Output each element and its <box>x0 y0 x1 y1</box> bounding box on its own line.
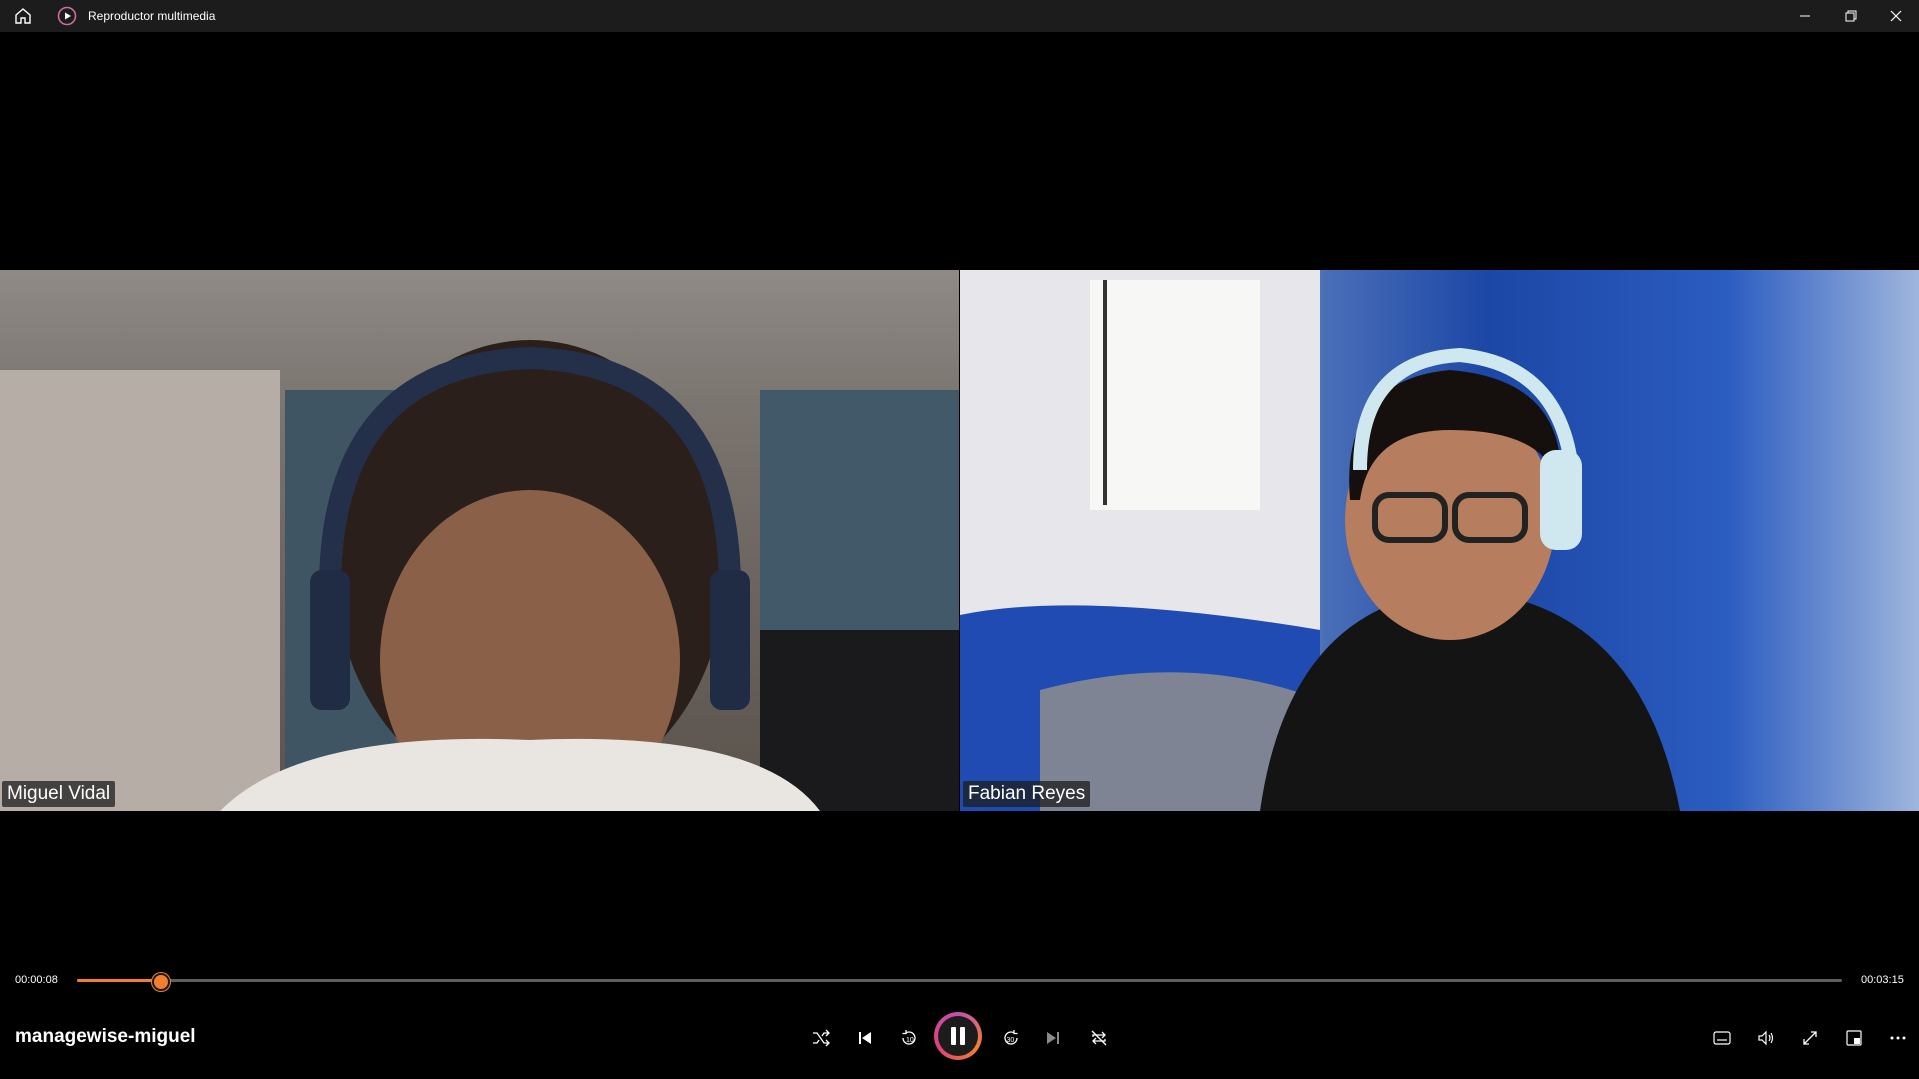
volume-icon[interactable] <box>1748 1020 1784 1056</box>
svg-text:10: 10 <box>906 1037 914 1044</box>
home-icon[interactable] <box>13 6 33 26</box>
seek-progress <box>77 979 160 982</box>
total-time: 00:03:15 <box>1861 974 1904 986</box>
media-player-icon <box>57 6 77 26</box>
fullscreen-icon[interactable] <box>1792 1020 1828 1056</box>
more-options-icon[interactable] <box>1880 1020 1916 1056</box>
pause-icon <box>938 1016 978 1056</box>
pause-button[interactable] <box>934 1012 982 1060</box>
forward-30-icon[interactable]: 30 <box>993 1020 1029 1056</box>
previous-icon[interactable] <box>847 1020 883 1056</box>
video-canvas[interactable]: Miguel Vidal Fabian Reyes <box>0 32 1919 967</box>
seek-bar[interactable] <box>77 973 1842 991</box>
svg-text:30: 30 <box>1007 1037 1015 1044</box>
window-title: Reproductor multimedia <box>88 9 216 23</box>
restore-icon[interactable] <box>1828 0 1874 32</box>
next-icon[interactable] <box>1035 1020 1071 1056</box>
close-icon[interactable] <box>1873 0 1919 32</box>
participant-video-right <box>960 270 1680 811</box>
title-bar: Reproductor multimedia <box>0 0 1919 32</box>
media-title: managewise-miguel <box>15 1026 196 1047</box>
seek-thumb[interactable] <box>151 973 170 991</box>
mini-player-icon[interactable] <box>1836 1020 1872 1056</box>
current-time: 00:00:08 <box>15 974 58 986</box>
repeat-icon[interactable] <box>1081 1020 1117 1056</box>
participant-name-tag: Miguel Vidal <box>2 781 116 807</box>
video-tile-right: Fabian Reyes <box>960 270 1919 811</box>
shuffle-icon[interactable] <box>803 1020 839 1056</box>
participant-name-tag: Fabian Reyes <box>963 781 1091 807</box>
video-tile-left: Miguel Vidal <box>0 270 959 811</box>
participant-video-left <box>0 340 959 811</box>
minimize-icon[interactable] <box>1782 0 1828 32</box>
rewind-10-icon[interactable]: 10 <box>891 1020 927 1056</box>
captions-icon[interactable] <box>1704 1020 1740 1056</box>
